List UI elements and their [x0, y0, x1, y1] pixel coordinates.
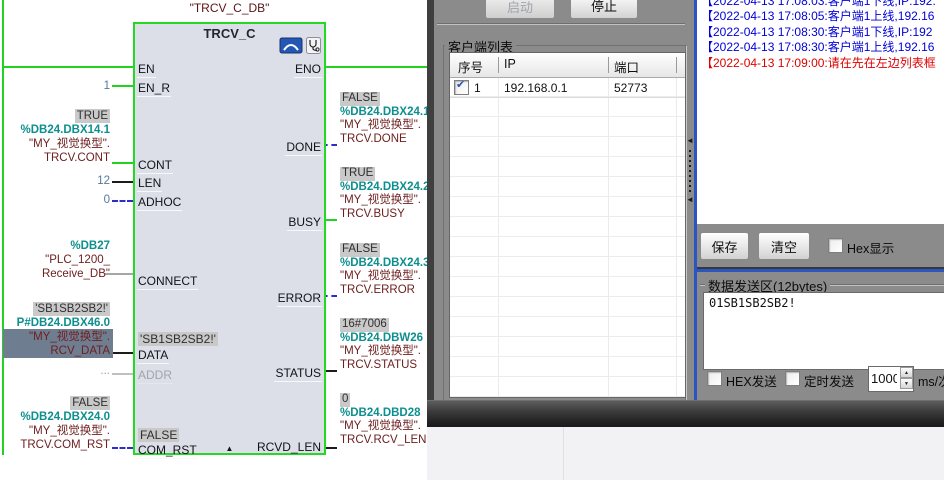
- len-value[interactable]: 12: [60, 175, 110, 187]
- interval-input[interactable]: [871, 369, 897, 387]
- stop-button[interactable]: 停止: [570, 0, 638, 19]
- connect-operand[interactable]: %DB27 "PLC_1200_ Receive_DB": [0, 239, 110, 281]
- timed-send-checkbox[interactable]: [785, 371, 800, 386]
- pin-addr: ADDR: [137, 368, 173, 384]
- wire-com-rst: [112, 447, 133, 449]
- wire-en-r: [112, 85, 133, 87]
- row-checkbox[interactable]: ✔: [454, 80, 469, 95]
- col-no[interactable]: 序号: [458, 57, 483, 76]
- hex-send-checkbox[interactable]: [707, 371, 722, 386]
- save-button[interactable]: 保存: [700, 232, 749, 260]
- hex-display-label: Hex显示: [847, 238, 894, 257]
- adhoc-value[interactable]: 0: [60, 194, 110, 206]
- pin-len: LEN: [137, 176, 162, 192]
- rcvd-len-operand[interactable]: 0 %DB24.DBD28 "MY_视觉换型". TRCV.RCV_LEN: [340, 393, 428, 447]
- trcv-c-block[interactable]: TRCV_C EN EN_R CONT LEN ADHOC CONNECT 'S…: [133, 22, 326, 455]
- instance-db-label[interactable]: "TRCV_C_DB": [133, 1, 326, 15]
- timed-send-label: 定时发送: [804, 371, 854, 390]
- panel-divider: [437, 23, 685, 25]
- wire-data: [112, 352, 133, 354]
- wire-en: [2, 66, 133, 68]
- instance-db-icon[interactable]: [279, 37, 303, 59]
- log-line: 【2022-04-13 17:08:30:客户端1上线,192.16: [701, 40, 944, 55]
- window-left-frame: [427, 0, 434, 427]
- spin-down-icon[interactable]: ▼: [900, 378, 913, 389]
- cell-ip: 192.168.0.1: [504, 81, 567, 95]
- addr-value[interactable]: ...: [60, 365, 110, 377]
- pin-com-rst: COM_RST: [137, 443, 198, 459]
- log-line: 【2022-04-13 17:08:03:客户端1下线,IP:192.: [701, 0, 944, 9]
- com-rst-inline-monitor: FALSE: [138, 428, 179, 442]
- table-header: 序号 IP 端口: [450, 53, 685, 78]
- wire-len: [112, 181, 133, 183]
- splitter-arrow-icon[interactable]: ◄: [686, 196, 694, 204]
- background-area: [427, 427, 944, 480]
- power-rail: [2, 0, 4, 455]
- pin-cont: CONT: [137, 158, 173, 174]
- wire-cont: [112, 162, 133, 164]
- col-ip[interactable]: IP: [504, 57, 516, 71]
- cell-no: 1: [474, 81, 481, 95]
- col-port[interactable]: 端口: [614, 57, 639, 76]
- clear-button[interactable]: 清空: [758, 232, 810, 260]
- cont-operand[interactable]: TRUE %DB24.DBX14.1 "MY_视觉换型". TRCV.CONT: [0, 109, 110, 165]
- section-divider-accent: [697, 269, 944, 272]
- com-rst-operand[interactable]: FALSE %DB24.DBX24.0 "MY_视觉换型". TRCV.COM_…: [0, 396, 110, 452]
- start-button[interactable]: 启动: [485, 0, 555, 19]
- pin-busy: BUSY: [287, 215, 322, 231]
- client-list-table[interactable]: 序号 IP 端口 ✔ 1 192.168.0.1 52773: [449, 52, 686, 398]
- background-gridline: [563, 427, 564, 480]
- window-bottom-frame: [427, 400, 944, 427]
- log-line: 【2022-04-13 17:09:00:请在先在左边列表框: [701, 56, 944, 71]
- hex-send-label: HEX发送: [726, 371, 777, 390]
- monitor-icon[interactable]: [306, 37, 321, 59]
- checkbox-check-icon: ✔: [456, 79, 465, 92]
- empty-rows-grid: [450, 77, 685, 397]
- splitter-handle[interactable]: [689, 150, 691, 194]
- pin-done: DONE: [285, 140, 322, 156]
- pin-en-r: EN_R: [137, 81, 171, 97]
- log-line: 【2022-04-13 17:08:30:客户端1下线,IP:192: [701, 25, 944, 40]
- cont-monitor: TRUE: [75, 109, 110, 123]
- log-line: 【2022-04-13 17:08:05:客户端1上线,192.16: [701, 9, 944, 24]
- data-operand[interactable]: 'SB1SB2SB2!' P#DB24.DBX46.0 "MY_视觉换型". R…: [0, 302, 110, 358]
- error-operand[interactable]: FALSE %DB24.DBX24.3 "MY_视觉换型". TRCV.ERRO…: [340, 243, 428, 297]
- log-area[interactable]: 【2022-04-13 17:08:03:客户端1下线,IP:192. 【202…: [697, 0, 944, 224]
- pin-en: EN: [137, 62, 156, 78]
- pin-data: DATA: [137, 348, 169, 364]
- interval-spinner: ▲ ▼: [868, 366, 914, 392]
- splitter-arrow-icon[interactable]: ◄: [686, 137, 694, 145]
- status-operand[interactable]: 16#7006 %DB24.DBW26 "MY_视觉换型". TRCV.STAT…: [340, 318, 428, 372]
- com-rst-monitor: FALSE: [70, 396, 110, 410]
- pin-eno: ENO: [294, 62, 322, 78]
- data-monitor: 'SB1SB2SB2!': [33, 302, 110, 316]
- pin-error: ERROR: [277, 291, 322, 307]
- wire-addr: [112, 373, 133, 375]
- cell-port: 52773: [614, 81, 647, 95]
- screen: "TRCV_C_DB" TRCV_C EN EN_R CONT LEN ADHO…: [0, 0, 944, 480]
- interval-unit-label: ms/次: [918, 371, 944, 390]
- data-inline-monitor: 'SB1SB2SB2!': [138, 332, 218, 346]
- send-textarea[interactable]: 01SB1SB2SB2!: [703, 292, 944, 370]
- tcp-debug-window: 启动 停止 客户端列表 序号 IP 端口 ✔ 1 192.16: [427, 0, 944, 427]
- wire-eno: [322, 66, 427, 68]
- pin-status: STATUS: [274, 366, 322, 382]
- spin-up-icon[interactable]: ▲: [900, 367, 913, 378]
- pin-connect: CONNECT: [137, 274, 198, 290]
- pin-rcvd-len: RCVD_LEN: [256, 440, 322, 456]
- hex-display-checkbox[interactable]: [828, 238, 843, 253]
- wire-adhoc: [112, 200, 133, 202]
- collapse-arrow-icon[interactable]: ▲: [226, 445, 234, 453]
- pin-adhoc: ADHOC: [137, 195, 182, 211]
- done-operand[interactable]: FALSE %DB24.DBX24.1 "MY_视觉换型". TRCV.DONE: [340, 92, 428, 146]
- busy-operand[interactable]: TRUE %DB24.DBX24.2 "MY_视觉换型". TRCV.BUSY: [340, 167, 428, 221]
- en-r-value[interactable]: 1: [60, 80, 110, 92]
